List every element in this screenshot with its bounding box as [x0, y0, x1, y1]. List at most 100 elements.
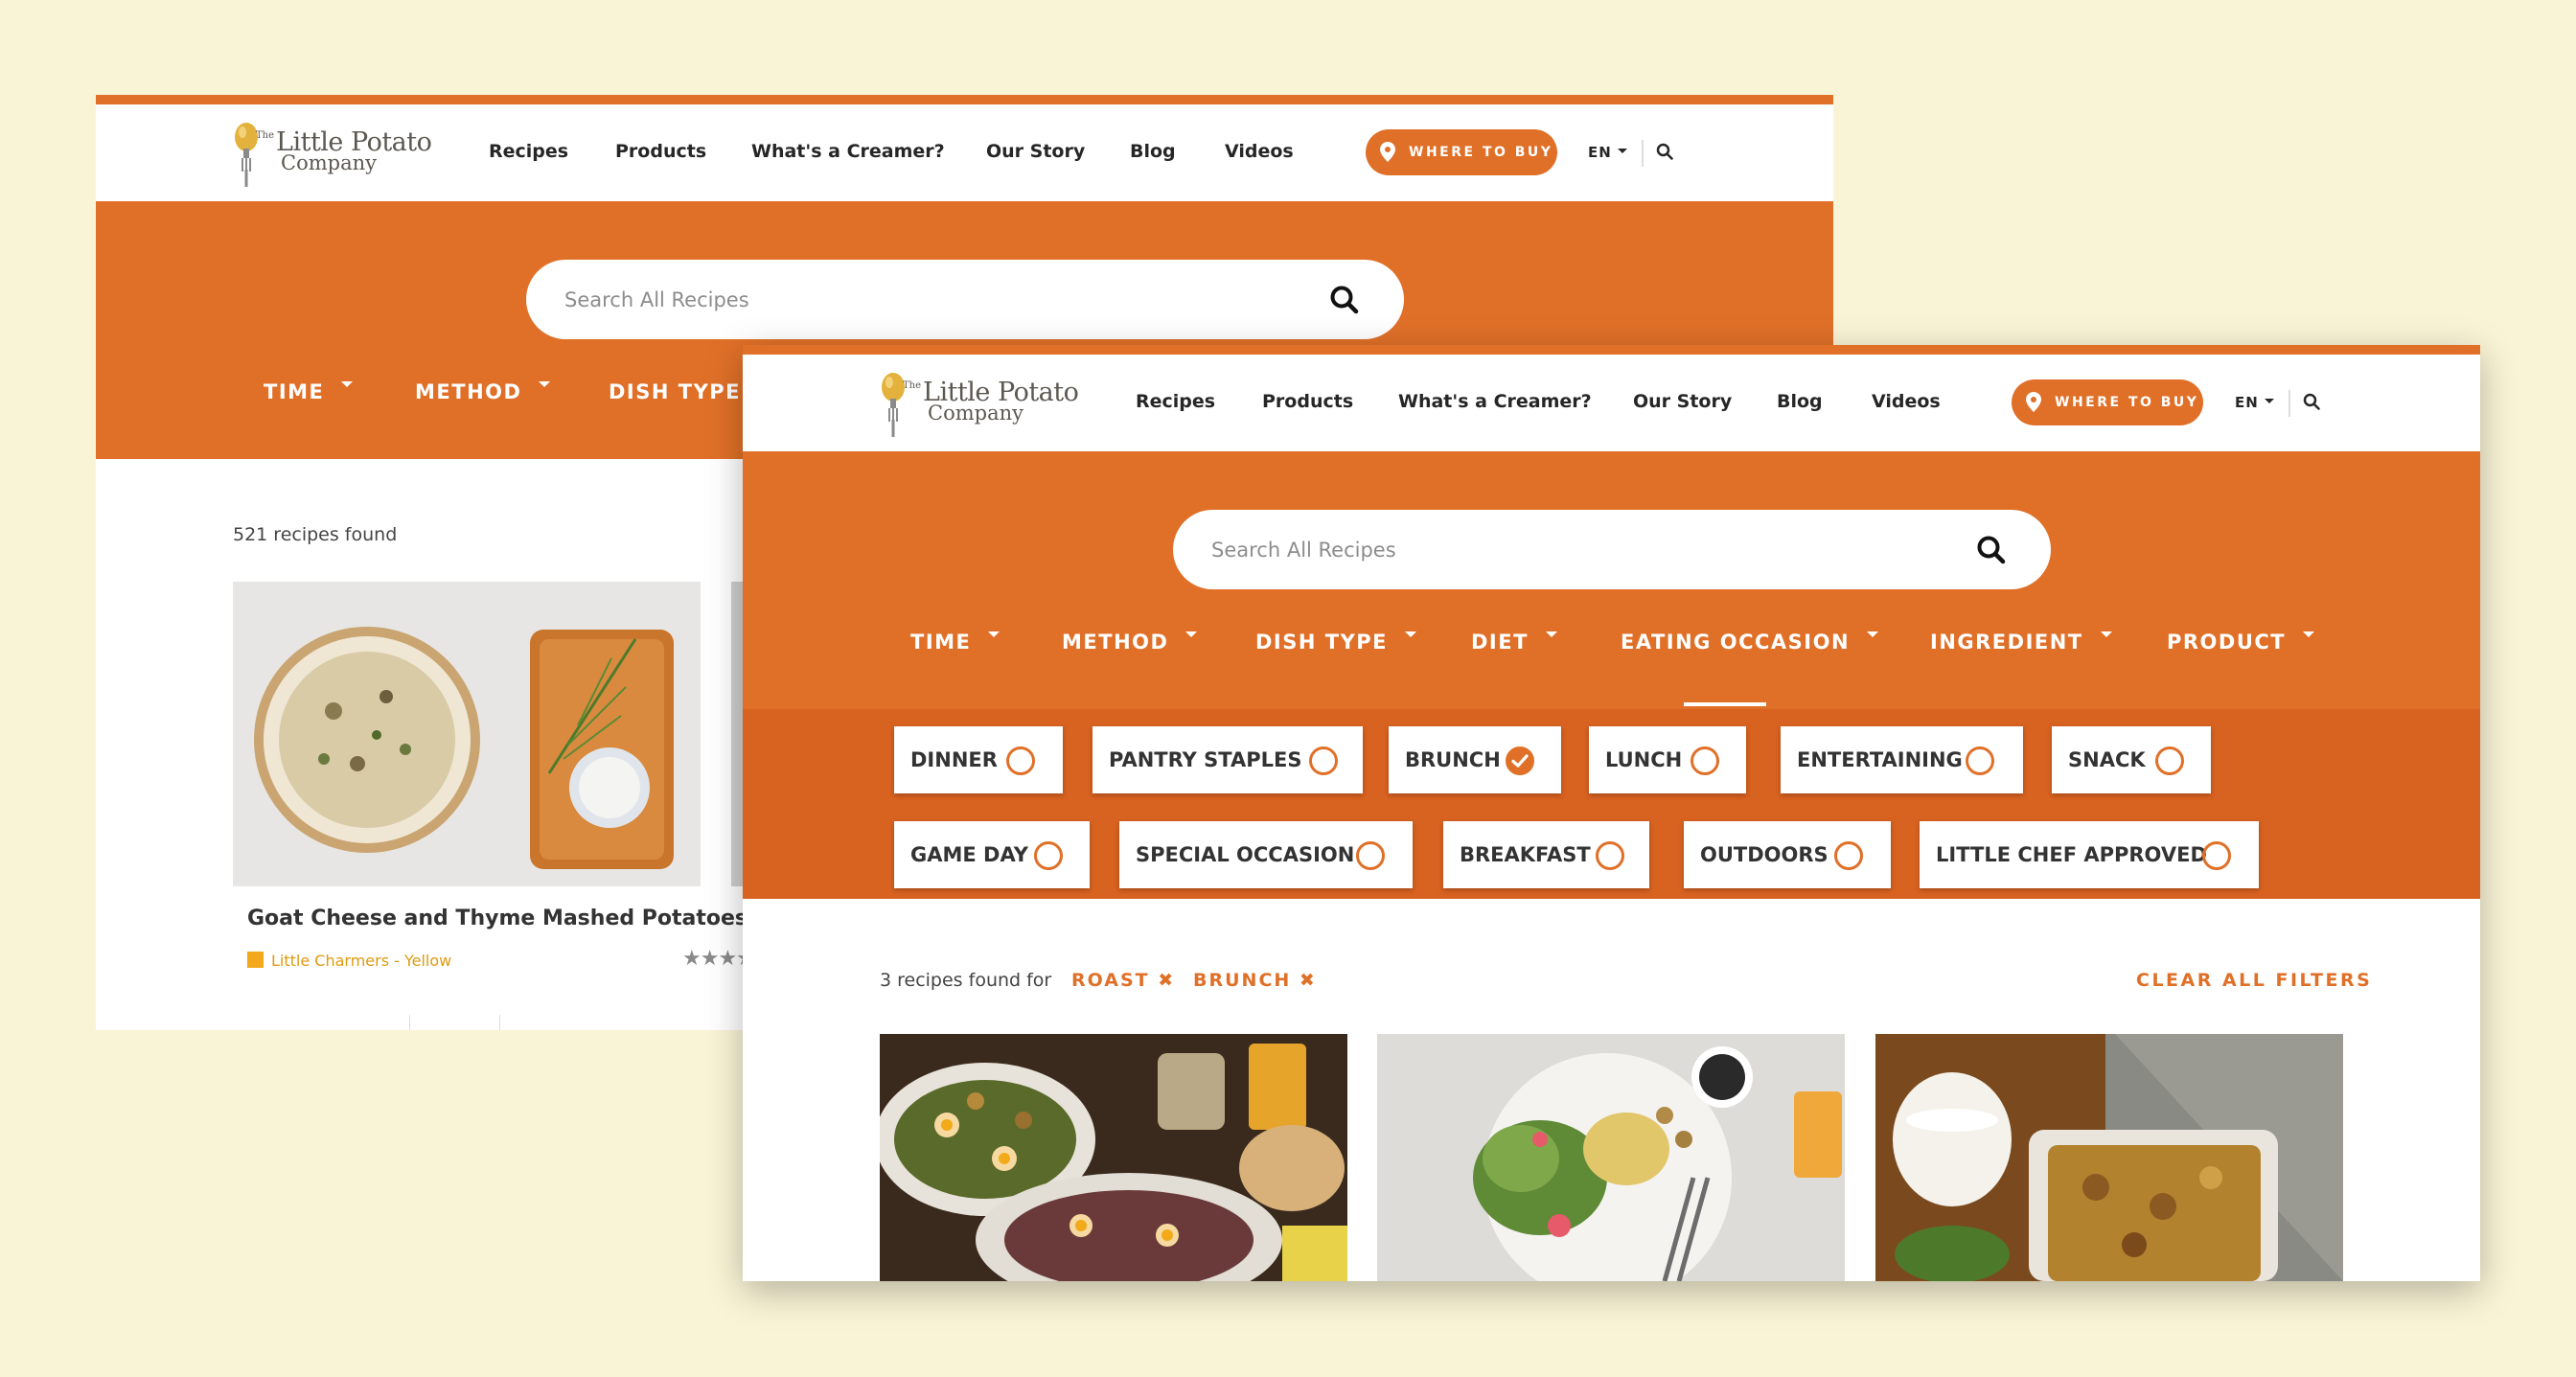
top-stripe: [743, 345, 2480, 355]
nav-our-story[interactable]: Our Story: [1633, 391, 1732, 412]
caret-down-icon: [1185, 631, 1198, 637]
filter-eating-occasion[interactable]: EATING OCCASION: [1621, 631, 1879, 654]
radio-circle-icon: [2155, 746, 2184, 775]
caret-down-icon: [2303, 631, 2315, 637]
where-to-buy-label: WHERE TO BUY: [1409, 145, 1553, 160]
clear-all-filters-link[interactable]: CLEAR ALL FILTERS: [2136, 970, 2372, 991]
option-little-chef-approved[interactable]: LITTLE CHEF APPROVED: [1920, 821, 2259, 888]
nav-whats-a-creamer[interactable]: What's a Creamer?: [751, 141, 945, 162]
recipe-product-tag[interactable]: Little Charmers - Yellow: [247, 952, 451, 970]
filter-diet[interactable]: DIET: [1471, 631, 1557, 654]
card-divider: [409, 1015, 410, 1030]
caret-down-icon: [2264, 399, 2274, 403]
brand-logo[interactable]: TheLittle Potato Company: [880, 370, 1079, 447]
caret-down-icon: [1545, 631, 1557, 637]
nav-whats-a-creamer[interactable]: What's a Creamer?: [1398, 391, 1592, 412]
results-count: 521 recipes found: [233, 524, 398, 545]
results-count: 3 recipes found for: [880, 970, 1052, 991]
radio-circle-icon: [2202, 841, 2231, 870]
caret-down-icon: [988, 631, 1000, 637]
site-header: TheLittle Potato Company Recipes Product…: [743, 355, 2480, 451]
applied-tag-brunch[interactable]: BRUNCH ✖: [1193, 970, 1317, 991]
nav-videos[interactable]: Videos: [1225, 141, 1294, 162]
map-pin-icon: [1380, 142, 1395, 162]
search-icon[interactable]: [1656, 143, 1673, 160]
filter-time[interactable]: TIME: [910, 631, 1000, 654]
search-band: [743, 451, 2480, 709]
radio-circle-icon: [1834, 841, 1863, 870]
search-icon[interactable]: [1329, 285, 1360, 315]
card-divider: [499, 1015, 500, 1030]
active-filter-underline: [1684, 702, 1766, 706]
top-stripe: [96, 95, 1833, 104]
caret-down-icon: [2100, 631, 2112, 637]
option-entertaining[interactable]: ENTERTAINING: [1781, 726, 2023, 793]
front-browser-window: TheLittle Potato Company Recipes Product…: [743, 345, 2480, 1281]
recipe-photo-2[interactable]: [1377, 1034, 1845, 1281]
nav-videos[interactable]: Videos: [1872, 391, 1941, 412]
option-lunch[interactable]: LUNCH: [1589, 726, 1746, 793]
recipe-photo-3[interactable]: [1875, 1034, 2343, 1281]
radio-circle-icon: [1966, 746, 1994, 775]
brand-subname: Company: [928, 402, 1024, 425]
option-brunch[interactable]: BRUNCH: [1389, 726, 1561, 793]
where-to-buy-button[interactable]: WHERE TO BUY: [1366, 129, 1557, 175]
where-to-buy-button[interactable]: WHERE TO BUY: [2012, 379, 2203, 425]
header-divider: [1642, 140, 1644, 167]
where-to-buy-label: WHERE TO BUY: [2055, 395, 2199, 410]
check-icon: [1506, 746, 1534, 775]
option-snack[interactable]: SNACK: [2052, 726, 2211, 793]
site-header: TheLittle Potato Company Recipes Product…: [96, 104, 1833, 201]
option-dinner[interactable]: DINNER: [894, 726, 1063, 793]
option-breakfast[interactable]: BREAKFAST: [1443, 821, 1649, 888]
option-outdoors[interactable]: OUTDOORS: [1684, 821, 1891, 888]
caret-down-icon: [539, 381, 551, 387]
map-pin-icon: [2026, 392, 2041, 412]
recipe-search: [526, 260, 1404, 339]
language-label: EN: [2235, 394, 2259, 411]
nav-blog[interactable]: Blog: [1130, 141, 1176, 162]
option-special-occasion[interactable]: SPECIAL OCCASION: [1119, 821, 1413, 888]
search-icon[interactable]: [1976, 535, 2007, 565]
search-input[interactable]: [1211, 510, 1940, 589]
filter-ingredient[interactable]: INGREDIENT: [1930, 631, 2112, 654]
recipe-photo-goat-cheese[interactable]: [233, 582, 701, 886]
radio-circle-icon: [1309, 746, 1338, 775]
filter-time[interactable]: TIME: [264, 380, 354, 403]
search-input[interactable]: [564, 260, 1293, 339]
nav-products[interactable]: Products: [1262, 391, 1353, 412]
radio-circle-icon: [1690, 746, 1719, 775]
filter-method[interactable]: METHOD: [1062, 631, 1198, 654]
brand-logo[interactable]: TheLittle Potato Company: [233, 120, 432, 196]
nav-our-story[interactable]: Our Story: [986, 141, 1085, 162]
nav-blog[interactable]: Blog: [1777, 391, 1823, 412]
nav-recipes[interactable]: Recipes: [1136, 391, 1215, 412]
language-label: EN: [1588, 144, 1612, 161]
language-selector[interactable]: EN: [2235, 394, 2274, 411]
caret-down-icon: [1867, 631, 1879, 637]
radio-circle-icon: [1596, 841, 1624, 870]
brand-subname: Company: [281, 151, 377, 174]
language-selector[interactable]: EN: [1588, 144, 1627, 161]
caret-down-icon: [1405, 631, 1417, 637]
filter-dish-type[interactable]: DISH TYPE: [1255, 631, 1417, 654]
option-game-day[interactable]: GAME DAY: [894, 821, 1090, 888]
header-divider: [2288, 390, 2290, 417]
radio-circle-icon: [1356, 841, 1385, 870]
filter-product[interactable]: PRODUCT: [2167, 631, 2315, 654]
filter-method[interactable]: METHOD: [415, 380, 551, 403]
caret-down-icon: [341, 381, 354, 387]
option-pantry-staples[interactable]: PANTRY STAPLES: [1092, 726, 1363, 793]
nav-recipes[interactable]: Recipes: [489, 141, 568, 162]
recipe-card-title[interactable]: Goat Cheese and Thyme Mashed Potatoes: [247, 907, 748, 930]
applied-tag-roast[interactable]: ROAST ✖: [1071, 970, 1175, 991]
caret-down-icon: [1617, 149, 1627, 153]
recipe-photo-1[interactable]: [880, 1034, 1347, 1281]
nav-products[interactable]: Products: [615, 141, 706, 162]
filter-dish-type[interactable]: DISH TYPE: [609, 380, 741, 403]
radio-circle-icon: [1006, 746, 1035, 775]
radio-circle-icon: [1034, 841, 1063, 870]
recipe-search: [1173, 510, 2051, 589]
product-color-swatch: [247, 952, 264, 968]
search-icon[interactable]: [2303, 393, 2320, 410]
